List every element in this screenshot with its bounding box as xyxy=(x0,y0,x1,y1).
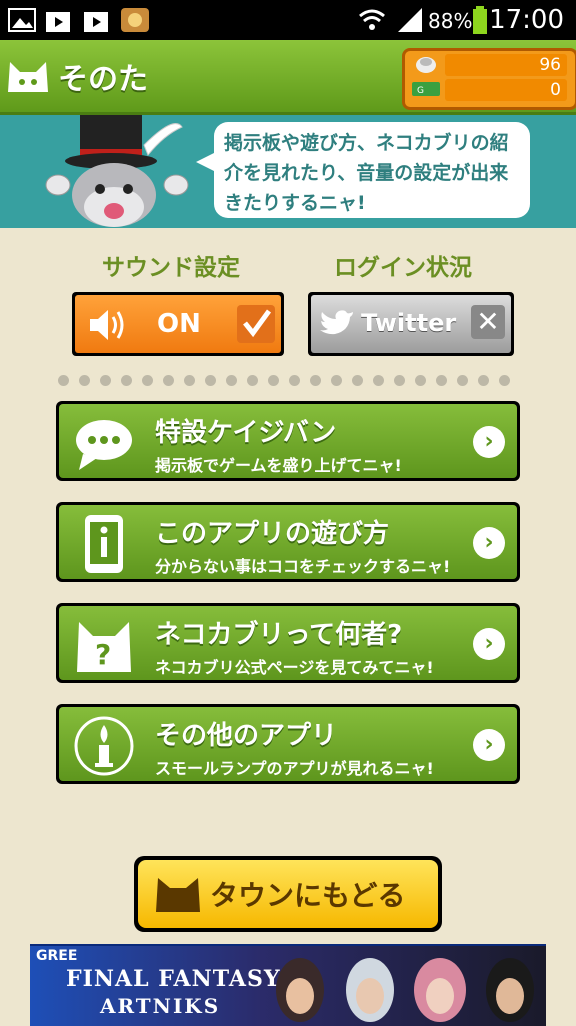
menu-item-title: その他のアプリ xyxy=(155,721,338,751)
coin-icon xyxy=(416,57,436,73)
ad-banner[interactable]: GREE FINAL FANTASY. ARTNIKS xyxy=(30,944,546,1026)
gallery-icon xyxy=(8,8,36,32)
chevron-right-icon: › xyxy=(473,426,505,458)
ad-characters-image xyxy=(276,958,534,1022)
menu-item-bbs[interactable]: 特設ケイジバン 掲示板でゲームを盛り上げてニャ! › xyxy=(56,401,520,481)
battery-icon xyxy=(473,6,487,34)
svg-text:G: G xyxy=(417,86,424,96)
cat-question-icon: ? xyxy=(77,622,131,672)
mascot-speech-bubble: 掲示板や遊び方、ネコカブリの紹介を見れたり、音量の設定が出来きたりするニャ! xyxy=(196,122,530,218)
speech-bubble-icon xyxy=(76,420,132,470)
chevron-right-icon: › xyxy=(473,527,505,559)
menu-item-subtitle: ネコカブリ公式ページを見てみてニャ! xyxy=(155,658,434,677)
wifi-icon xyxy=(359,9,385,30)
play-store-icon-2 xyxy=(84,12,108,32)
menu-item-other-apps[interactable]: その他のアプリ スモールランプのアプリが見れるニャ! › xyxy=(56,704,520,784)
info-phone-icon xyxy=(85,515,123,573)
back-to-town-label: タウンにもどる xyxy=(210,879,406,912)
ad-subtitle: ARTNIKS xyxy=(100,994,221,1018)
svg-text:?: ? xyxy=(95,638,111,671)
twitter-label: Twitter xyxy=(361,309,457,337)
cat-head-icon xyxy=(156,878,200,912)
status-bar: 88% 17:00 xyxy=(0,0,576,40)
mascot-cat-illustration xyxy=(45,115,189,227)
counter-top-value: 96 xyxy=(445,54,567,76)
menu-item-subtitle: 分からない事はココをチェックするニャ! xyxy=(155,557,451,576)
twitter-bird-icon xyxy=(320,310,353,335)
signal-icon xyxy=(398,8,422,32)
menu-item-title: ネコカブリって何者? xyxy=(155,620,403,650)
chevron-right-icon: › xyxy=(473,628,505,660)
menu-item-title: 特設ケイジバン xyxy=(155,418,337,448)
lamp-icon xyxy=(74,716,134,776)
chevron-right-icon: › xyxy=(473,729,505,761)
battery-percent: 88% xyxy=(428,9,473,33)
app-notification-icon xyxy=(121,8,149,32)
speaker-icon xyxy=(90,310,124,340)
currency-counter: G 96 0 xyxy=(402,48,576,110)
twitter-login-button[interactable]: Twitter ✕ xyxy=(308,292,514,356)
sound-settings-label: サウンド設定 xyxy=(102,255,240,281)
dotted-divider xyxy=(58,371,524,386)
ad-title: FINAL FANTASY. xyxy=(66,966,287,992)
menu-item-nekokaburi[interactable]: ? ネコカブリって何者? ネコカブリ公式ページを見てみてニャ! › xyxy=(56,603,520,683)
sound-toggle-button[interactable]: ON xyxy=(72,292,284,356)
menu-item-how-to-play[interactable]: このアプリの遊び方 分からない事はココをチェックするニャ! › xyxy=(56,502,520,582)
sound-state-text: ON xyxy=(157,309,201,339)
ad-brand: GREE xyxy=(36,948,78,964)
close-x-icon: ✕ xyxy=(471,305,505,339)
clock: 17:00 xyxy=(489,5,564,35)
page-title: そのた xyxy=(58,62,148,97)
play-store-icon xyxy=(46,12,70,32)
back-to-town-button[interactable]: タウンにもどる xyxy=(134,856,442,932)
login-status-label: ログイン状況 xyxy=(334,255,472,281)
menu-item-subtitle: スモールランプのアプリが見れるニャ! xyxy=(155,759,434,778)
checkmark-icon xyxy=(237,305,275,343)
menu-item-subtitle: 掲示板でゲームを盛り上げてニャ! xyxy=(155,456,402,475)
menu-item-title: このアプリの遊び方 xyxy=(155,519,390,549)
cat-logo-icon xyxy=(8,62,48,92)
ticket-icon: G xyxy=(412,82,440,96)
counter-bottom-value: 0 xyxy=(445,79,567,101)
